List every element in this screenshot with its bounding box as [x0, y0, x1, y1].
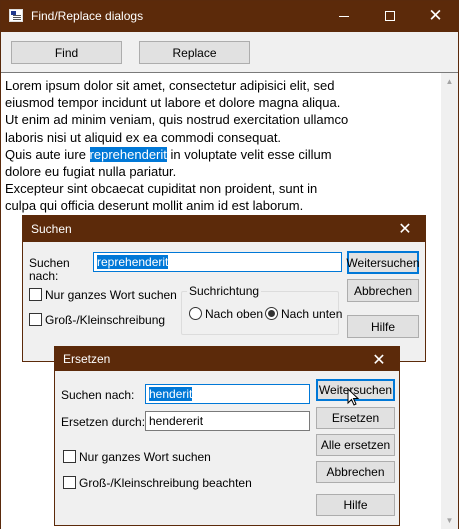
find-match-case-label: Groß-/Kleinschreibung: [45, 313, 166, 327]
text-segment: Lorem ipsum dolor sit amet, consectetur …: [5, 78, 335, 93]
text-content: Lorem ipsum dolor sit amet, consectetur …: [5, 77, 348, 215]
find-button[interactable]: Find: [11, 41, 122, 64]
replace-all-button[interactable]: Alle ersetzen: [316, 434, 395, 456]
replace-cancel-button[interactable]: Abbrechen: [316, 461, 395, 483]
replace-with-label: Ersetzen durch:: [61, 415, 146, 429]
maximize-icon: [384, 11, 395, 22]
text-line: laboris nisi ut aliquid ex ea commodi co…: [5, 129, 348, 146]
text-line: eiusmod tempor incidunt ut labore et dol…: [5, 94, 348, 111]
find-search-label: Suchen nach:: [29, 256, 70, 283]
text-line: culpa qui officia deserunt mollit anim i…: [5, 197, 348, 214]
text-segment: Excepteur sint obcaecat cupiditat non pr…: [5, 181, 318, 197]
find-cancel-button[interactable]: Abbrechen: [347, 279, 419, 302]
minimize-icon: [338, 15, 349, 17]
window-title: Find/Replace dialogs: [31, 9, 144, 23]
direction-up-radio[interactable]: [189, 307, 202, 320]
direction-down-radio[interactable]: [265, 307, 278, 320]
replace-whole-word-label: Nur ganzes Wort suchen: [79, 450, 211, 464]
replace-dialog: Ersetzen ✕ Suchen nach: henderit Ersetze…: [54, 346, 400, 526]
find-help-button[interactable]: Hilfe: [347, 315, 419, 338]
text-segment: culpa qui officia deserunt mollit anim i…: [5, 198, 304, 214]
text-line: Lorem ipsum dolor sit amet, consectetur …: [5, 77, 348, 94]
close-icon: ✕: [428, 6, 443, 25]
text-segment: Quis aute iure: [5, 146, 90, 162]
text-segment: eiusmod tempor incidunt ut labore et dol…: [5, 95, 341, 111]
scroll-down-icon[interactable]: ▼: [441, 512, 458, 529]
replace-help-button[interactable]: Hilfe: [316, 494, 395, 516]
replace-button-dialog[interactable]: Ersetzen: [316, 407, 395, 429]
find-match-case-checkbox[interactable]: [29, 313, 42, 326]
find-whole-word-label: Nur ganzes Wort suchen: [45, 288, 177, 302]
find-dialog: Suchen ✕ Suchen nach: reprehenderit Weit…: [22, 215, 426, 362]
find-dialog-title: Suchen: [31, 222, 72, 236]
direction-up-label: Nach oben: [205, 307, 264, 321]
find-dialog-titlebar[interactable]: Suchen ✕: [23, 216, 425, 242]
replace-with-input[interactable]: hendererit: [145, 411, 310, 431]
replace-dialog-title: Ersetzen: [63, 352, 111, 366]
find-dialog-close-icon[interactable]: ✕: [385, 219, 425, 239]
vertical-scrollbar[interactable]: ▲ ▼: [441, 73, 458, 529]
replace-match-case-checkbox[interactable]: [63, 476, 76, 489]
maximize-button[interactable]: [367, 1, 412, 32]
text-segment: in voluptate velit esse cillum: [166, 146, 332, 162]
text-line: Quis aute iure reprehenderit in voluptat…: [5, 146, 348, 163]
replace-match-case-label: Groß-/Kleinschreibung beachten: [79, 476, 252, 490]
replace-search-input[interactable]: henderit: [145, 384, 310, 404]
text-segment: Ut enim ad minim veniam, quis nostrud ex…: [5, 112, 349, 128]
title-bar[interactable]: Find/Replace dialogs ✕: [1, 1, 458, 32]
text-segment: dolore eu fugiat nulla pariatur.: [5, 164, 177, 180]
text-segment: laboris nisi ut aliquid ex ea commodi co…: [5, 129, 282, 145]
find-whole-word-checkbox[interactable]: [29, 288, 42, 301]
close-button[interactable]: ✕: [413, 1, 458, 32]
replace-dialog-titlebar[interactable]: Ersetzen ✕: [55, 347, 399, 371]
direction-down-label: Nach unten: [281, 307, 343, 321]
text-line: dolore eu fugiat nulla pariatur.: [5, 163, 348, 180]
find-next-button[interactable]: Weitersuchen: [346, 251, 420, 274]
text-line: Ut enim ad minim veniam, quis nostrud ex…: [5, 111, 348, 128]
selected-text: reprehenderit: [89, 146, 167, 162]
direction-group-label: Suchrichtung: [187, 284, 262, 298]
replace-search-label: Suchen nach:: [61, 388, 135, 402]
replace-button[interactable]: Replace: [139, 41, 250, 64]
scroll-up-icon[interactable]: ▲: [441, 73, 458, 90]
replace-dialog-close-icon[interactable]: ✕: [359, 350, 399, 370]
mouse-pointer-icon: [347, 388, 360, 406]
find-search-input[interactable]: reprehenderit: [93, 252, 342, 272]
minimize-button[interactable]: [321, 1, 366, 32]
text-line: Excepteur sint obcaecat cupiditat non pr…: [5, 180, 348, 197]
replace-whole-word-checkbox[interactable]: [63, 450, 76, 463]
app-icon: [9, 9, 23, 22]
